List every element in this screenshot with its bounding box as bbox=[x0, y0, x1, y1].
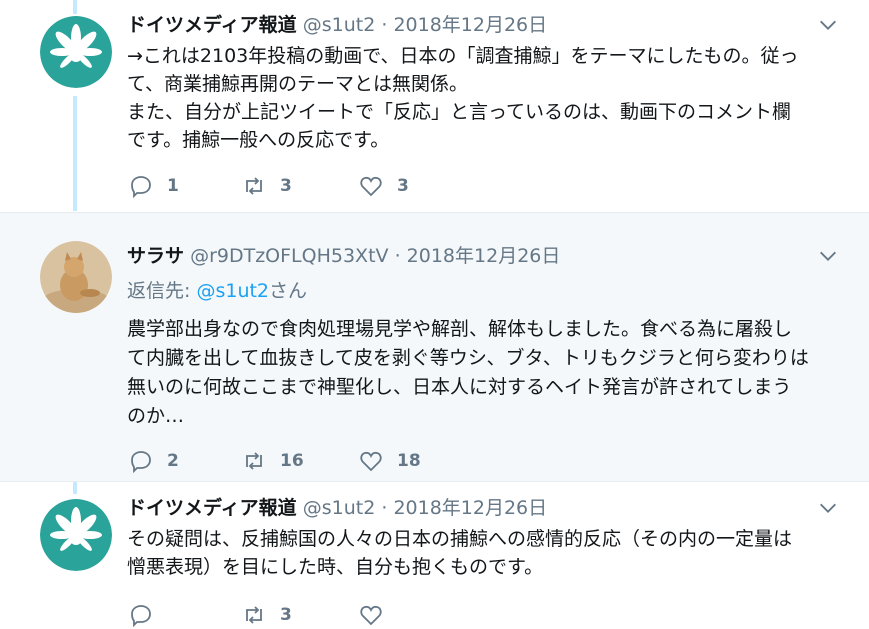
retweet-count: 16 bbox=[280, 451, 304, 471]
separator-dot: · bbox=[394, 245, 401, 267]
tweet-date[interactable]: 2018年12月26日 bbox=[393, 14, 547, 36]
tweet-text-line: →これは2103年投稿の動画で、日本の「調査捕鯨」をテーマにしたもの。従っ bbox=[127, 45, 799, 67]
tweet-text-line: です。捕鯨一般への反応です。 bbox=[127, 129, 390, 151]
reply-icon bbox=[131, 451, 151, 473]
tweet-text-line: 無いのに何故ここまで神聖化し、日本人に対するヘイト発言が許されてしまう bbox=[127, 376, 792, 398]
user-handle[interactable]: @r9DTzOFLQH53XtV bbox=[190, 245, 388, 267]
reply-icon bbox=[131, 605, 151, 627]
tweet-header: サラサ @r9DTzOFLQH53XtV · 2018年12月26日 bbox=[127, 241, 839, 271]
chevron-down-icon[interactable] bbox=[817, 14, 839, 36]
display-name[interactable]: ドイツメディア報道 bbox=[127, 497, 297, 519]
retweet-icon bbox=[246, 606, 262, 624]
retweet-icon bbox=[246, 177, 262, 195]
reply-to-prefix: 返信先: bbox=[127, 280, 197, 302]
tweet-text: →これは2103年投稿の動画で、日本の「調査捕鯨」をテーマにしたもの。従っ て、… bbox=[127, 42, 839, 154]
tweet-actions: 2 16 18 bbox=[127, 447, 839, 475]
retweet-button[interactable]: 3 bbox=[242, 172, 292, 200]
brand-avatar-icon bbox=[40, 499, 112, 571]
tweet-text-line: また、自分が上記ツイートで「反応」と言っているのは、動画下のコメント欄 bbox=[127, 101, 792, 123]
tweet-header: ドイツメディア報道 @s1ut2 · 2018年12月26日 bbox=[127, 10, 839, 40]
separator-dot: · bbox=[381, 497, 388, 519]
display-name[interactable]: サラサ bbox=[127, 245, 184, 267]
reply-button[interactable] bbox=[129, 601, 167, 629]
tweet-actions: 1 3 3 bbox=[127, 172, 839, 200]
retweet-button[interactable]: 16 bbox=[242, 447, 304, 475]
like-button[interactable]: 3 bbox=[359, 172, 409, 200]
tweet-date[interactable]: 2018年12月26日 bbox=[393, 497, 547, 519]
brand-avatar-icon bbox=[40, 16, 112, 88]
tweet-text-line: その疑問は、反捕鯨国の人々の日本の捕鯨への感情的反応（その内の一定量は bbox=[127, 528, 793, 550]
tweet-text-line: て内臓を出して血抜きして皮を剥ぐ等ウシ、ブタ、トリもクジラと何ら変わりは bbox=[127, 347, 809, 369]
reply-count: 1 bbox=[167, 176, 179, 196]
retweet-count: 3 bbox=[280, 605, 292, 625]
tweet-text-line: 農学部出身なので食肉処理場見学や解剖、解体もしました。食べる為に屠殺し bbox=[127, 318, 793, 340]
reply-to-suffix: さん bbox=[269, 280, 308, 302]
tweet-text-line: 憎悪表現）を目にした時、自分も抱くものです。 bbox=[127, 556, 544, 578]
chevron-down-icon[interactable] bbox=[817, 497, 839, 519]
reply-to-line: 返信先: @s1ut2さん bbox=[127, 277, 839, 305]
retweet-button[interactable]: 3 bbox=[242, 601, 292, 629]
tweet-text: 農学部出身なので食肉処理場見学や解剖、解体もしました。食べる為に屠殺し て内臓を… bbox=[127, 315, 839, 431]
tweet-header: ドイツメディア報道 @s1ut2 · 2018年12月26日 bbox=[127, 493, 839, 523]
avatar[interactable] bbox=[40, 499, 112, 571]
tweet-2[interactable]: サラサ @r9DTzOFLQH53XtV · 2018年12月26日 返信先: … bbox=[0, 212, 869, 482]
tweet-3[interactable]: ドイツメディア報道 @s1ut2 · 2018年12月26日 その疑問は、反捕鯨… bbox=[0, 483, 869, 627]
separator-dot: · bbox=[381, 14, 388, 36]
reply-icon bbox=[131, 176, 151, 198]
avatar[interactable] bbox=[40, 241, 112, 313]
user-handle[interactable]: @s1ut2 bbox=[303, 497, 376, 519]
tweet-1[interactable]: ドイツメディア報道 @s1ut2 · 2018年12月26日 →これは2103年… bbox=[0, 0, 869, 211]
retweet-icon bbox=[246, 452, 262, 470]
avatar[interactable] bbox=[40, 16, 112, 88]
reply-to-mention[interactable]: @s1ut2 bbox=[196, 280, 269, 302]
user-handle[interactable]: @s1ut2 bbox=[303, 14, 376, 36]
cat-avatar-icon bbox=[40, 241, 112, 313]
reply-count: 2 bbox=[167, 451, 179, 471]
like-count: 18 bbox=[397, 451, 421, 471]
like-icon bbox=[360, 176, 382, 197]
like-button[interactable]: 18 bbox=[359, 447, 421, 475]
display-name[interactable]: ドイツメディア報道 bbox=[127, 14, 297, 36]
tweet-text-line: て、商業捕鯨再開のテーマとは無関係。 bbox=[127, 73, 469, 95]
retweet-count: 3 bbox=[280, 176, 292, 196]
tweet-text: その疑問は、反捕鯨国の人々の日本の捕鯨への感情的反応（その内の一定量は 憎悪表現… bbox=[127, 525, 839, 581]
tweet-date[interactable]: 2018年12月26日 bbox=[407, 245, 561, 267]
chevron-down-icon[interactable] bbox=[817, 245, 839, 267]
tweet-text-line: のか… bbox=[127, 405, 185, 427]
reply-button[interactable]: 1 bbox=[129, 172, 179, 200]
like-icon bbox=[360, 605, 382, 626]
like-count: 3 bbox=[397, 176, 409, 196]
reply-button[interactable]: 2 bbox=[129, 447, 179, 475]
like-icon bbox=[360, 451, 382, 472]
like-button[interactable] bbox=[359, 601, 397, 629]
tweet-actions: 3 bbox=[127, 601, 839, 629]
